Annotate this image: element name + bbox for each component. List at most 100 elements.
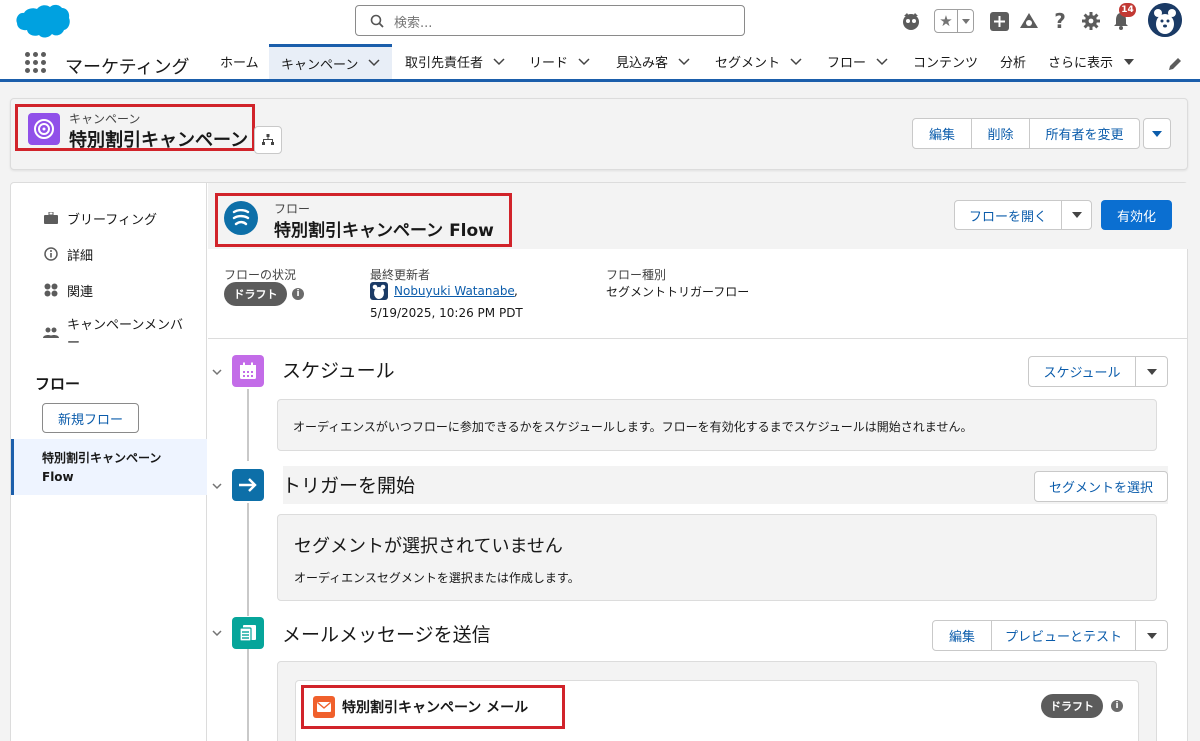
- edit-nav-pencil-icon[interactable]: [1168, 57, 1182, 71]
- sidebar-item-details[interactable]: 詳細: [43, 245, 93, 264]
- chevron-down-icon[interactable]: [678, 57, 690, 66]
- email-status-badge: ドラフト: [1041, 694, 1103, 718]
- nav-tab-prospects[interactable]: 見込み客: [616, 44, 690, 79]
- edit-button[interactable]: 編集: [913, 119, 971, 148]
- flow-connector-line: [247, 503, 249, 616]
- flow-title: 特別割引キャンペーン Flow: [274, 221, 494, 241]
- tab-label: 分析: [1000, 56, 1027, 71]
- tab-label: 見込み客: [616, 56, 669, 71]
- related-icon: [43, 282, 59, 298]
- collapse-chevron-icon[interactable]: [212, 369, 222, 376]
- global-add-icon[interactable]: [989, 10, 1009, 32]
- status-info-icon[interactable]: i: [292, 288, 304, 300]
- activate-button[interactable]: 有効化: [1101, 200, 1172, 230]
- sidebar-item-related[interactable]: 関連: [43, 281, 93, 300]
- nav-tab-contacts[interactable]: 取引先責任者: [405, 44, 505, 79]
- star-icon: ★: [935, 10, 958, 32]
- email-edit-button[interactable]: 編集: [933, 621, 991, 650]
- collapse-chevron-icon[interactable]: [212, 630, 222, 637]
- trigger-step-title: トリガーを開始: [282, 475, 416, 497]
- sidebar-item-campaign-members[interactable]: キャンペーンメンバー: [43, 317, 185, 353]
- email-message-icon: [232, 617, 264, 649]
- flow-more-actions-button[interactable]: [1061, 201, 1091, 229]
- sidebar-item-briefing[interactable]: ブリーフィング: [43, 209, 157, 228]
- gear-icon[interactable]: [1081, 10, 1101, 32]
- record-more-actions-button[interactable]: [1143, 118, 1171, 149]
- einstein-assistant-icon[interactable]: [900, 10, 922, 32]
- favorites-button[interactable]: ★: [934, 9, 974, 33]
- chevron-down-icon[interactable]: [578, 57, 590, 66]
- chevron-down-icon[interactable]: [790, 57, 802, 66]
- briefcase-icon: [43, 210, 59, 226]
- flow-status-badge: ドラフト: [224, 282, 287, 306]
- nav-tab-content[interactable]: コンテンツ: [913, 44, 978, 79]
- modified-date: 5/19/2025, 10:26 PM PDT: [370, 306, 523, 320]
- sidebar-item-label: 詳細: [67, 249, 94, 264]
- flow-type-value: セグメントトリガーフロー: [606, 285, 750, 299]
- nav-tab-segments[interactable]: セグメント: [715, 44, 802, 79]
- record-header: キャンペーン 特別割引キャンペーン 編集 削除 所有者を変更: [10, 98, 1188, 170]
- tab-label: フロー: [827, 56, 867, 71]
- separator-comma: ,: [514, 284, 518, 298]
- nav-tab-more[interactable]: さらに表示: [1048, 44, 1135, 79]
- schedule-button[interactable]: スケジュール: [1029, 357, 1135, 386]
- search-placeholder: 検索...: [394, 16, 433, 31]
- open-flow-button[interactable]: フローを開く: [955, 201, 1061, 229]
- preview-and-test-button[interactable]: プレビューとテスト: [991, 621, 1135, 650]
- salesforce-logo-icon[interactable]: [13, 4, 71, 42]
- nav-tab-home[interactable]: ホーム: [220, 44, 259, 79]
- caret-down-icon[interactable]: [1123, 58, 1135, 66]
- caret-down-icon: [1146, 632, 1157, 639]
- email-content-box: 特別割引キャンペーン メール ドラフト i: [277, 661, 1157, 741]
- tab-label: ホーム: [220, 56, 259, 71]
- schedule-more-button[interactable]: [1135, 357, 1167, 386]
- caret-down-icon: [1071, 212, 1082, 218]
- record-sidebar: ブリーフィング 詳細 関連 キャンペーンメンバー フロー 新規フロー 特別割引キ…: [11, 183, 207, 741]
- nav-tab-campaigns[interactable]: キャンペーン: [269, 44, 392, 79]
- select-segment-button[interactable]: セグメントを選択: [1035, 472, 1167, 501]
- chevron-down-icon[interactable]: [876, 57, 888, 66]
- tab-label: さらに表示: [1048, 56, 1114, 71]
- email-more-button[interactable]: [1135, 621, 1167, 650]
- email-actions-group: 編集 プレビューとテスト: [932, 620, 1168, 651]
- chevron-down-icon[interactable]: [493, 57, 505, 66]
- help-icon[interactable]: ?: [1051, 9, 1069, 33]
- calendar-icon: [232, 355, 264, 387]
- flows-section-title: フロー: [35, 375, 81, 393]
- change-owner-button[interactable]: 所有者を変更: [1029, 119, 1139, 148]
- app-launcher-icon[interactable]: [25, 52, 47, 74]
- email-card[interactable]: 特別割引キャンペーン メール ドラフト i: [295, 680, 1139, 741]
- global-search-input[interactable]: 検索...: [355, 5, 745, 36]
- app-name: マーケティング: [65, 57, 190, 78]
- trailhead-icon[interactable]: [1018, 10, 1040, 32]
- nav-tab-leads[interactable]: リード: [529, 44, 590, 79]
- hierarchy-icon: [262, 134, 274, 145]
- nav-tab-flows[interactable]: フロー: [827, 44, 888, 79]
- chevron-down-icon[interactable]: [368, 59, 380, 67]
- new-flow-button[interactable]: 新規フロー: [42, 403, 139, 433]
- email-name: 特別割引キャンペーン メール: [342, 700, 529, 716]
- tab-label: コンテンツ: [913, 56, 979, 71]
- info-icon: [43, 246, 59, 262]
- global-header: 検索... ★ ? 14: [0, 0, 1200, 44]
- nav-tab-analytics[interactable]: 分析: [1000, 44, 1026, 79]
- hierarchy-button[interactable]: [254, 126, 282, 154]
- delete-button[interactable]: 削除: [971, 119, 1029, 148]
- record-title: 特別割引キャンペーン: [69, 130, 249, 151]
- envelope-icon: [313, 696, 335, 718]
- no-segment-title: セグメントが選択されていません: [294, 536, 563, 557]
- email-status-info-icon[interactable]: i: [1111, 700, 1123, 712]
- collapse-chevron-icon[interactable]: [212, 483, 222, 490]
- search-icon: [370, 14, 384, 28]
- flow-connector-line: [247, 389, 249, 461]
- user-avatar[interactable]: [1148, 3, 1182, 37]
- arrow-right-icon: [232, 469, 264, 501]
- campaign-target-icon: [28, 113, 60, 145]
- sidebar-item-label: 関連: [67, 285, 94, 300]
- modified-by-link[interactable]: Nobuyuki Watanabe: [394, 284, 515, 298]
- flow-open-group: フローを開く: [954, 200, 1092, 230]
- tab-label: 取引先責任者: [405, 56, 484, 71]
- last-modified-label: 最終更新者: [370, 268, 431, 282]
- flow-type-label: フロー種別: [606, 268, 667, 282]
- sidebar-item-selected-flow[interactable]: 特別割引キャンペーン Flow: [11, 439, 207, 495]
